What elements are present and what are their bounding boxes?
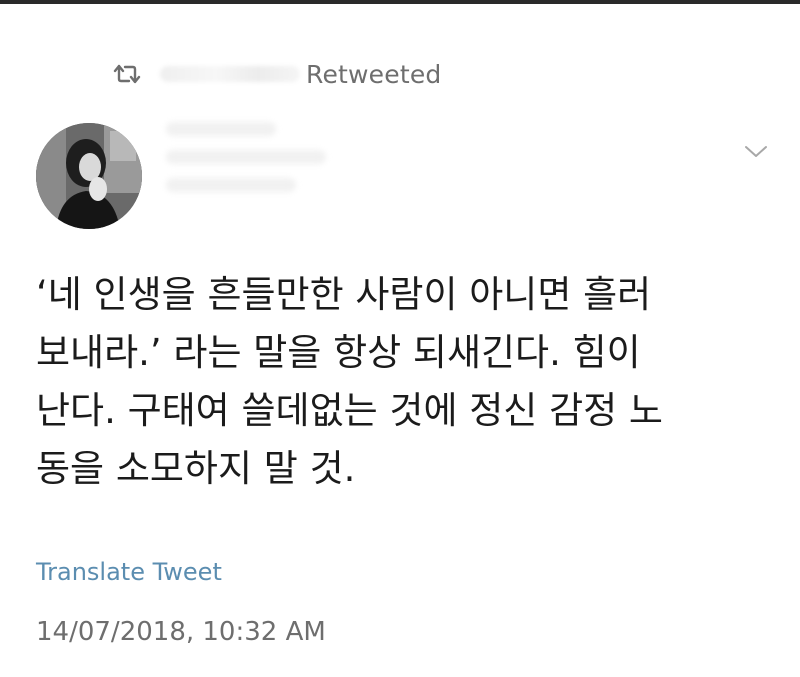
tweet-text: ‘네 인생을 흔들만한 사람이 아니면 흘러 보내라.’ 라는 말을 항상 되새…	[36, 266, 766, 498]
chevron-down-icon[interactable]	[742, 142, 770, 162]
tweet-text-line: ‘네 인생을 흔들만한 사람이 아니면 흘러	[36, 273, 652, 316]
retweet-context: Retweeted	[112, 56, 442, 92]
retweeted-label: Retweeted	[306, 59, 442, 89]
avatar[interactable]	[36, 123, 142, 229]
tweet-text-line: 보내라.’ 라는 말을 항상 되새긴다. 힘이	[36, 331, 641, 374]
tweet-text-line: 동을 소모하지 말 것.	[36, 447, 356, 490]
tweet-timestamp: 14/07/2018, 10:32 AM	[36, 617, 326, 647]
retweet-icon	[112, 60, 146, 88]
retweeter-name-blurred	[160, 66, 300, 82]
translate-tweet-link[interactable]: Translate Tweet	[36, 558, 222, 586]
tweet-text-line: 난다. 구태여 쓸데없는 것에 정신 감정 노	[36, 389, 663, 432]
author-name-blurred	[166, 122, 326, 206]
top-border	[0, 0, 800, 4]
